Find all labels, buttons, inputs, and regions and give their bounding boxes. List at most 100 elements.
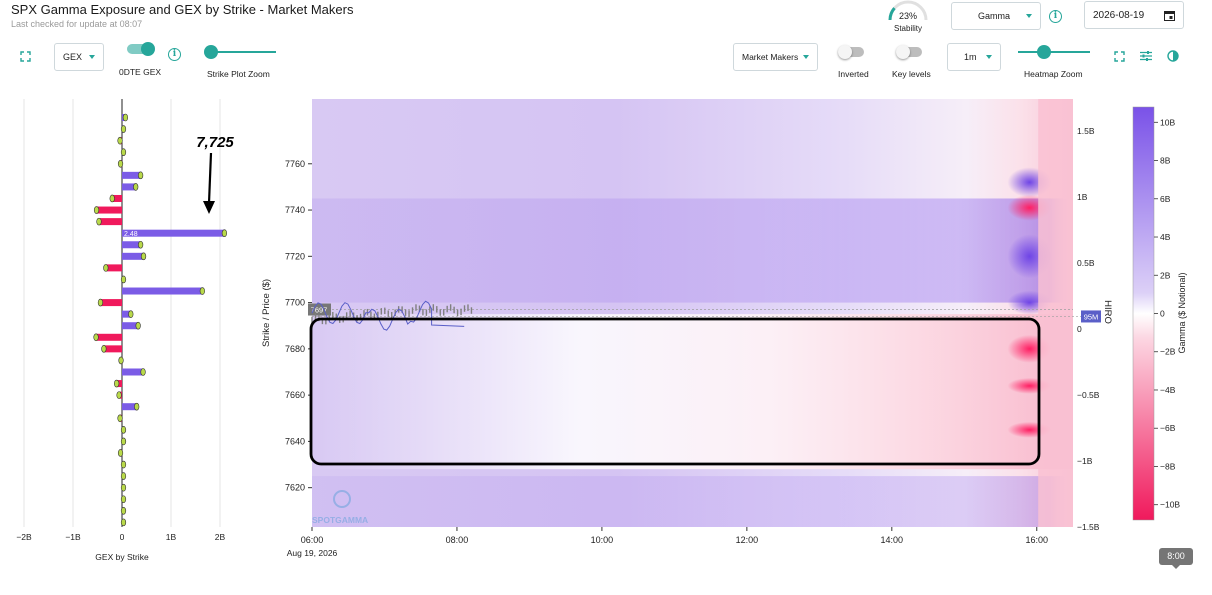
gex-x-tick: 1B bbox=[166, 532, 177, 542]
gex-bar-cap bbox=[133, 183, 139, 191]
hiro-tick-label: −1.5B bbox=[1077, 522, 1100, 532]
chevron-down-icon bbox=[89, 55, 95, 59]
gex-bar-cap bbox=[122, 113, 129, 122]
x-tick-label: 08:00 bbox=[446, 535, 469, 545]
gex-bar-cap bbox=[97, 298, 104, 307]
gex-bar-cap bbox=[118, 356, 124, 365]
gex-bar-cap bbox=[199, 287, 205, 295]
gex-bar bbox=[122, 368, 144, 376]
hiro-tick-label: −0.5B bbox=[1077, 390, 1100, 400]
y-tick-label: 7620 bbox=[285, 483, 305, 493]
gex-bar bbox=[122, 252, 144, 260]
chevron-down-icon bbox=[803, 55, 809, 59]
colorbar-tick-label: 6B bbox=[1160, 194, 1171, 204]
gex-bar-cap bbox=[109, 194, 115, 203]
stability-label: Stability bbox=[893, 24, 922, 33]
gex-bar-cap bbox=[138, 240, 144, 249]
gex-bar-cap bbox=[116, 391, 122, 399]
hiro-axis-label: HIRO bbox=[1102, 300, 1113, 324]
info-icon[interactable]: i bbox=[1049, 10, 1062, 23]
date-value: 2026-08-19 bbox=[1093, 9, 1145, 21]
strike-zoom-slider-knob[interactable] bbox=[204, 45, 218, 59]
hiro-value: 95M bbox=[1084, 312, 1099, 321]
inverted-label: Inverted bbox=[838, 69, 869, 79]
gex-annotation-text: 7,725 bbox=[196, 134, 234, 151]
colorbar-tick-label: −10B bbox=[1160, 500, 1180, 510]
gex-x-tick: −2B bbox=[16, 532, 32, 542]
odte-label: 0DTE GEX bbox=[119, 67, 162, 77]
tune-icon[interactable] bbox=[1140, 50, 1152, 64]
gex-bar bbox=[122, 171, 141, 179]
gex-bar-cap bbox=[120, 125, 127, 133]
heatmap-zoom-slider-track[interactable] bbox=[1018, 51, 1090, 53]
calendar-icon[interactable] bbox=[1164, 10, 1175, 21]
gex-bar-cap bbox=[117, 449, 124, 457]
hiro-tick-label: 1.5B bbox=[1077, 126, 1095, 136]
gex-bar-cap bbox=[120, 148, 127, 157]
gex-bar-cap bbox=[96, 217, 102, 226]
inverted-toggle[interactable] bbox=[838, 45, 866, 59]
x-tick-label: 12:00 bbox=[736, 535, 759, 545]
key-levels-label: Key levels bbox=[892, 69, 931, 79]
inverted-toggle-knob bbox=[838, 45, 852, 59]
annotation-arrow-shaft bbox=[207, 152, 213, 204]
date-picker[interactable]: 2026-08-19 bbox=[1084, 1, 1184, 29]
gex-bar-cap bbox=[128, 310, 134, 318]
y-tick-label: 7740 bbox=[285, 205, 305, 215]
gex-bar-cap bbox=[140, 368, 146, 376]
x-tick-label: 10:00 bbox=[591, 535, 614, 545]
gex-bar-cap bbox=[117, 414, 123, 423]
gex-bar bbox=[98, 218, 122, 226]
party-select-value: Market Makers bbox=[742, 52, 799, 62]
chevron-down-icon bbox=[986, 55, 992, 59]
colorbar-tick-label: 4B bbox=[1160, 232, 1171, 242]
gex-bar-cap bbox=[114, 379, 120, 388]
gex-bar-cap bbox=[120, 495, 127, 504]
interval-select[interactable]: 1m bbox=[947, 43, 1001, 71]
watermark-text: SPOTGAMMA bbox=[312, 515, 368, 525]
gex-bar-cap bbox=[120, 472, 127, 480]
heatmap-negative-band bbox=[312, 314, 1073, 470]
time-tooltip: 8:00 bbox=[1159, 548, 1193, 565]
gex-x-tick: 0 bbox=[120, 532, 125, 542]
gex-bar-cap bbox=[103, 264, 109, 272]
fullscreen-icon[interactable] bbox=[20, 51, 31, 64]
strike-zoom-label: Strike Plot Zoom bbox=[207, 69, 270, 79]
interval-select-value: 1m bbox=[964, 52, 977, 62]
colorbar-label: Gamma ($ Notional) bbox=[1177, 272, 1187, 353]
fullscreen-icon[interactable] bbox=[1114, 51, 1125, 64]
gex-bar-cap bbox=[134, 402, 140, 411]
colorbar bbox=[1132, 106, 1155, 521]
info-icon[interactable]: i bbox=[168, 48, 181, 61]
party-select[interactable]: Market Makers bbox=[733, 43, 818, 71]
heatmap-zoom-label: Heatmap Zoom bbox=[1024, 69, 1083, 79]
colorbar-tick-label: 2B bbox=[1160, 270, 1171, 280]
y-tick-label: 7720 bbox=[285, 251, 305, 261]
gex-bar-cap bbox=[93, 206, 100, 214]
hiro-tick-label: 1B bbox=[1077, 192, 1088, 202]
colorbar-tick-label: −4B bbox=[1160, 385, 1176, 395]
key-levels-toggle[interactable] bbox=[896, 45, 924, 59]
odte-toggle[interactable] bbox=[127, 42, 155, 56]
colorbar-tick-label: 0 bbox=[1160, 309, 1165, 319]
gex-bar bbox=[96, 333, 122, 341]
gex-bar-cap bbox=[93, 333, 99, 342]
heatmap-zoom-slider-knob[interactable] bbox=[1037, 45, 1051, 59]
gex-bar bbox=[103, 345, 122, 353]
heatmap-bottom-band bbox=[312, 476, 1073, 527]
date-label: Aug 19, 2026 bbox=[287, 548, 338, 558]
colorbar-tick-label: −2B bbox=[1160, 347, 1176, 357]
gex-bar bbox=[96, 206, 122, 214]
greek-select[interactable]: Gamma bbox=[951, 2, 1041, 30]
gex-bar-cap bbox=[120, 460, 127, 469]
colorbar-tick-label: 10B bbox=[1160, 117, 1175, 127]
gex-x-tick: −1B bbox=[65, 532, 81, 542]
hiro-tick-label: −1B bbox=[1077, 456, 1093, 466]
gamma-heatmap-chart: 7620 7640 7660 7680 7700 7720 7740 7760 Strike /… bbox=[261, 99, 1187, 558]
gex-select[interactable]: GEX bbox=[54, 43, 104, 71]
contrast-icon[interactable] bbox=[1167, 50, 1179, 64]
odte-toggle-knob bbox=[141, 42, 155, 56]
colorbar-tick-label: −8B bbox=[1160, 461, 1176, 471]
gex-bar-cap bbox=[120, 426, 127, 434]
y-tick-label: 7660 bbox=[285, 390, 305, 400]
